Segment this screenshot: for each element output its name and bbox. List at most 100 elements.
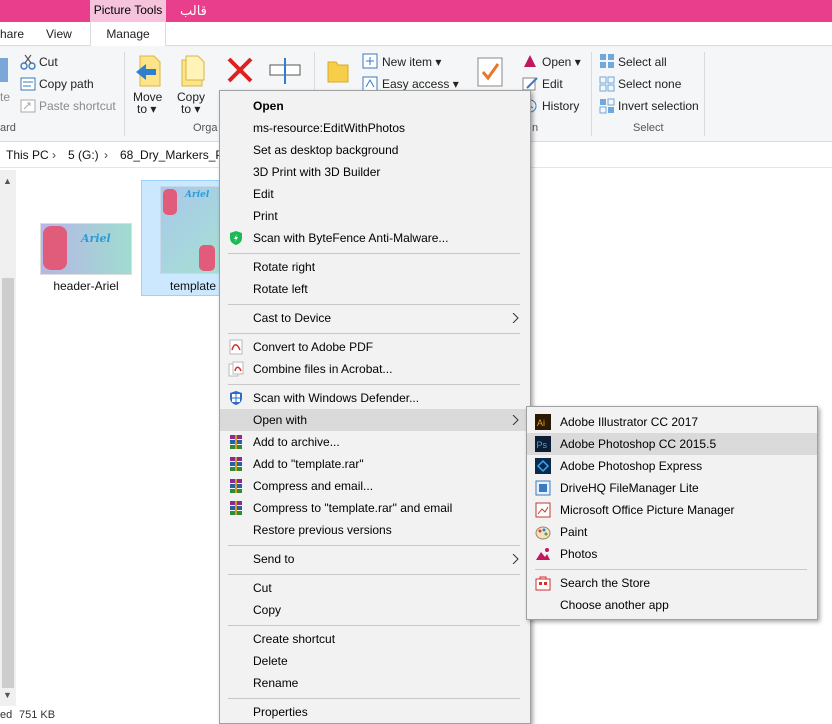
cut-button[interactable]: Cut (39, 55, 58, 69)
menu-item-open-with[interactable]: Open with (220, 409, 530, 431)
status-size: 751 KB (19, 709, 56, 721)
svg-text:Ai: Ai (537, 418, 545, 428)
winrar-icon (230, 457, 242, 471)
open-with-paint[interactable]: Paint (527, 521, 817, 543)
open-with-drivehq[interactable]: DriveHQ FileManager Lite (527, 477, 817, 499)
menu-separator (535, 569, 807, 570)
photos-icon (536, 548, 550, 560)
menu-item-rotate-right[interactable]: Rotate right (220, 256, 530, 278)
scroll-up-icon[interactable]: ▲ (3, 176, 12, 186)
menu-separator (228, 574, 520, 575)
new-item-button[interactable]: New item ▾ (382, 55, 441, 69)
menu-item-cast-to-device[interactable]: Cast to Device (220, 307, 530, 329)
file-name[interactable]: template (160, 279, 226, 293)
winrar-icon (230, 501, 242, 515)
copy-path-button[interactable]: Copy path (39, 77, 94, 91)
svg-text:Ps: Ps (537, 440, 548, 450)
menu-item-cut[interactable]: Cut (220, 577, 530, 599)
menu-item-send-to[interactable]: Send to (220, 548, 530, 570)
ribbon-separator (591, 52, 592, 136)
paste-label[interactable]: te (0, 90, 10, 104)
menu-item-restore-previous-versions[interactable]: Restore previous versions (220, 519, 530, 541)
rename-icon[interactable] (268, 56, 302, 86)
menu-item-add-to-archive[interactable]: Add to archive... (220, 431, 530, 453)
menu-item-rotate-left[interactable]: Rotate left (220, 278, 530, 300)
open-with-submenu: Ai Adobe Illustrator CC 2017 Ps Adobe Ph… (526, 406, 818, 620)
menu-item-convert-to-pdf[interactable]: Convert to Adobe PDF (220, 336, 530, 358)
winrar-icon (230, 479, 242, 493)
select-all-button[interactable]: Select all (618, 55, 667, 69)
menu-item-copy[interactable]: Copy (220, 599, 530, 621)
photoshop-icon: Ps (535, 436, 551, 452)
submenu-arrow-icon (512, 313, 519, 323)
breadcrumb-folder[interactable]: 68_Dry_Markers_Ph (120, 148, 230, 162)
drivehq-icon (535, 480, 551, 496)
breadcrumb-drive[interactable]: 5 (G:) (68, 148, 99, 162)
menu-item-rename[interactable]: Rename (220, 672, 530, 694)
menu-item-create-shortcut[interactable]: Create shortcut (220, 628, 530, 650)
ribbon-separator (704, 52, 705, 136)
new-item-icon (362, 53, 378, 69)
open-button[interactable]: Open ▾ (542, 55, 581, 69)
ariel-figure-icon (43, 226, 67, 270)
open-with-picture-manager[interactable]: Microsoft Office Picture Manager (527, 499, 817, 521)
menu-item-scan-defender[interactable]: Scan with Windows Defender... (220, 387, 530, 409)
open-with-photoshop[interactable]: Ps Adobe Photoshop CC 2015.5 (527, 433, 817, 455)
copy-to-sub: to ▾ (181, 102, 201, 116)
tab-share[interactable]: hare (0, 22, 28, 46)
menu-item-print[interactable]: Print (220, 205, 530, 227)
open-group-label: n (532, 122, 539, 134)
delete-icon[interactable] (226, 56, 254, 84)
tab-manage[interactable]: Manage (90, 22, 166, 46)
window-title: قالب (180, 3, 207, 18)
menu-item-3d-print[interactable]: 3D Print with 3D Builder (220, 161, 530, 183)
menu-item-set-desktop-background[interactable]: Set as desktop background (220, 139, 530, 161)
select-all-icon (600, 54, 614, 68)
history-button[interactable]: History (542, 99, 579, 113)
menu-item-add-to-template-rar[interactable]: Add to "template.rar" (220, 453, 530, 475)
open-with-photoshop-express[interactable]: Adobe Photoshop Express (527, 455, 817, 477)
menu-separator (228, 333, 520, 334)
menu-separator (228, 625, 520, 626)
acrobat-combine-icon (228, 361, 244, 377)
scrollbar-thumb[interactable] (2, 278, 14, 688)
breadcrumb-chevron-icon: › (104, 148, 108, 162)
menu-item-open[interactable]: Open (220, 95, 530, 117)
paste-shortcut-button: Paste shortcut (39, 99, 116, 113)
menu-item-compress-to-rar-email[interactable]: Compress to "template.rar" and email (220, 497, 530, 519)
open-icon (524, 55, 536, 67)
edit-button[interactable]: Edit (542, 77, 563, 91)
open-with-choose-another-app[interactable]: Choose another app (527, 594, 817, 616)
breadcrumb-this-pc[interactable]: This PC (6, 148, 49, 162)
select-none-button[interactable]: Select none (618, 77, 681, 91)
file-name[interactable]: header-Ariel (38, 279, 134, 293)
breadcrumb-chevron-icon: › (52, 148, 56, 162)
organize-group-label: Orga (193, 122, 218, 134)
menu-separator (228, 545, 520, 546)
menu-item-combine-acrobat[interactable]: Combine files in Acrobat... (220, 358, 530, 380)
tab-view[interactable]: View (46, 22, 78, 46)
file-thumbnail[interactable]: Ariel (40, 223, 132, 275)
open-with-search-store[interactable]: Search the Store (527, 572, 817, 594)
new-folder-icon[interactable] (326, 58, 350, 84)
easy-access-button[interactable]: Easy access ▾ (382, 77, 459, 91)
copy-path-icon (20, 77, 36, 91)
invert-selection-button[interactable]: Invert selection (618, 99, 699, 113)
paint-icon (535, 526, 551, 540)
move-to-sub: to ▾ (137, 102, 157, 116)
file-thumbnail[interactable]: Ariel (160, 186, 226, 274)
photoshop-express-icon (535, 458, 551, 474)
properties-icon[interactable] (476, 56, 504, 88)
picture-tools-context-tab: Picture Tools (90, 0, 166, 22)
menu-separator (228, 304, 520, 305)
menu-item-compress-and-email[interactable]: Compress and email... (220, 475, 530, 497)
menu-item-properties[interactable]: Properties (220, 701, 530, 723)
menu-item-edit-with-photos[interactable]: ms-resource:EditWithPhotos (220, 117, 530, 139)
menu-item-edit[interactable]: Edit (220, 183, 530, 205)
open-with-photos[interactable]: Photos (527, 543, 817, 565)
clipboard-group-label: ard (0, 122, 16, 134)
menu-item-scan-bytefence[interactable]: Scan with ByteFence Anti-Malware... (220, 227, 530, 249)
scroll-down-icon[interactable]: ▼ (3, 690, 12, 700)
open-with-illustrator[interactable]: Ai Adobe Illustrator CC 2017 (527, 411, 817, 433)
menu-item-delete[interactable]: Delete (220, 650, 530, 672)
